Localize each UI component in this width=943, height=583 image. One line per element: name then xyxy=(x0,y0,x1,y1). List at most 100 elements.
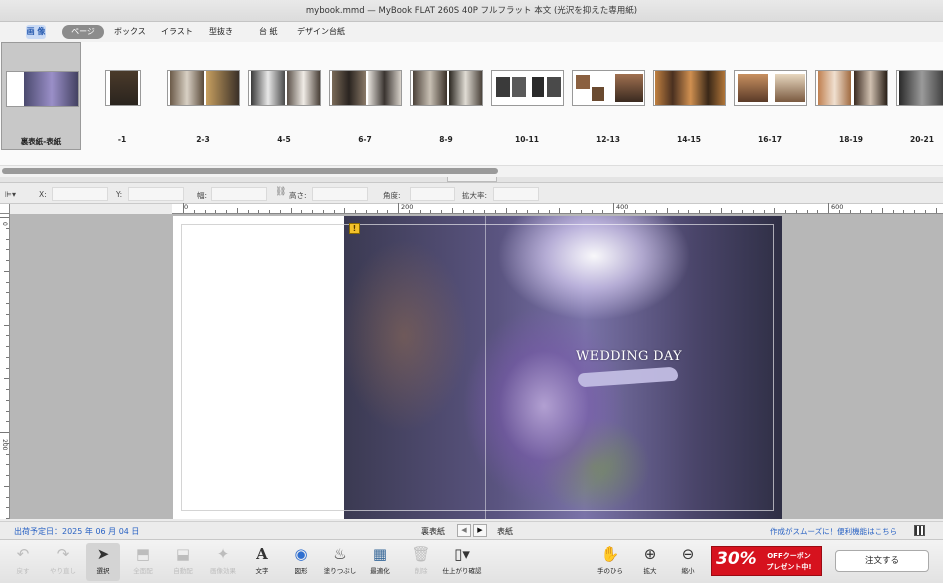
tool-label: 全面配 xyxy=(133,567,153,575)
tab-box[interactable]: ボックス xyxy=(114,25,146,39)
page-thumb[interactable]: 4-5 xyxy=(244,42,324,150)
hand-tool-button[interactable]: ✋ 手のひら xyxy=(593,543,627,581)
shape-tool-button[interactable]: ◉ 図形 xyxy=(284,543,318,581)
hand-icon: ✋ xyxy=(600,545,620,563)
coupon-banner[interactable]: 30% OFFクーポン プレゼント中! xyxy=(711,546,822,576)
zoom-out-button[interactable]: ⊖ 縮小 xyxy=(671,543,705,581)
y-field[interactable] xyxy=(128,187,184,201)
zoom-field[interactable] xyxy=(493,187,539,201)
tab-page[interactable]: ページ xyxy=(62,25,104,39)
ruler-tick xyxy=(549,210,550,213)
page-thumb[interactable]: 20-21 xyxy=(892,42,943,150)
image-effect-button[interactable]: ✦ 画像効果 xyxy=(206,543,240,581)
ruler-tick xyxy=(6,249,9,250)
link-icon[interactable]: ⛓ xyxy=(275,187,286,197)
ruler-tick xyxy=(6,400,9,401)
page-thumb[interactable]: -1 xyxy=(82,42,162,150)
ruler-tick xyxy=(430,210,431,213)
ruler-tick xyxy=(635,210,636,213)
page-thumb[interactable]: 10-11 xyxy=(487,42,567,150)
ruler-tick xyxy=(226,210,227,213)
page-label: 10-11 xyxy=(515,135,539,144)
help-link[interactable]: 作成がスムーズに！便利機能はこちら xyxy=(770,526,897,537)
tab-image[interactable]: 画 像 xyxy=(26,25,46,39)
text-tool-button[interactable]: A 文字 xyxy=(245,543,279,581)
width-field[interactable] xyxy=(211,187,267,201)
page-label: 6-7 xyxy=(358,135,372,144)
page-thumb[interactable]: 18-19 xyxy=(811,42,891,150)
y-label: Y: xyxy=(116,190,123,199)
promo-line-2: プレゼント中! xyxy=(766,563,812,571)
tab-illust[interactable]: イラスト xyxy=(161,25,193,39)
zoom-label: 拡大率: xyxy=(462,191,488,200)
ruler-tick xyxy=(699,210,700,213)
back-cover-page[interactable] xyxy=(173,216,344,519)
width-label: 幅: xyxy=(197,191,208,200)
thumbnail-image xyxy=(653,70,726,106)
fill-tool-button[interactable]: ♨ 塗りつぶし xyxy=(323,543,357,581)
ruler-tick xyxy=(667,208,668,213)
next-page-button[interactable]: ▶ xyxy=(473,524,487,537)
ruler-tick xyxy=(4,271,9,272)
ruler-tick xyxy=(248,210,249,213)
editing-canvas[interactable]: ! WEDDING DAY xyxy=(10,214,943,519)
page-thumb[interactable]: 12-13 xyxy=(568,42,648,150)
tool-label: 図形 xyxy=(294,567,308,575)
page-thumb[interactable]: 16-17 xyxy=(730,42,810,150)
ruler-tick xyxy=(205,210,206,213)
ruler-tick xyxy=(344,208,345,213)
ruler-tick xyxy=(710,210,711,213)
ruler-tick xyxy=(893,210,894,213)
tab-design-mount[interactable]: デザイン台紙 xyxy=(297,25,345,39)
redo-button[interactable]: ↷ やり直し xyxy=(46,543,80,581)
optimize-button[interactable]: ▦ 最適化 xyxy=(363,543,397,581)
prev-page-button[interactable]: ◀ xyxy=(457,524,471,537)
ruler-tick xyxy=(355,210,356,213)
strip-scrollbar[interactable] xyxy=(0,165,943,177)
page-thumb[interactable]: 6-7 xyxy=(325,42,405,150)
delete-button[interactable]: 🗑 削除 xyxy=(404,543,438,581)
align-icon[interactable]: ⊫▾ xyxy=(5,190,16,199)
page-thumb[interactable]: 14-15 xyxy=(649,42,729,150)
tool-label: 拡大 xyxy=(643,567,657,575)
angle-field[interactable] xyxy=(410,187,455,201)
properties-bar: ⊫▾ X: Y: 幅: ⛓ 高さ: 角度: 拡大率: xyxy=(0,184,943,204)
promo-percent: 30% xyxy=(716,549,757,569)
ruler-tick xyxy=(0,432,9,433)
full-layout-button[interactable]: ⬒ 全面配 xyxy=(126,543,160,581)
preview-finish-button[interactable]: ▯▾ 仕上がり確認 xyxy=(441,543,483,581)
tab-mount[interactable]: 台 紙 xyxy=(259,25,278,39)
cover-title-text[interactable]: WEDDING DAY xyxy=(576,349,682,364)
select-tool-button[interactable]: ➤ 選択 xyxy=(86,543,120,581)
page-thumb[interactable]: 2-3 xyxy=(163,42,243,150)
thumbnail-image xyxy=(491,70,564,106)
undo-button[interactable]: ↶ 戻す xyxy=(6,543,40,581)
front-cover-photo[interactable]: ! WEDDING DAY xyxy=(344,216,782,519)
ruler-tick xyxy=(6,507,9,508)
ruler-tick xyxy=(6,454,9,455)
splitter-grip[interactable] xyxy=(447,177,497,182)
tab-diecut[interactable]: 型抜き xyxy=(209,25,233,39)
panel-splitter[interactable] xyxy=(0,177,943,183)
auto-layout-button[interactable]: ⬓ 自動配 xyxy=(166,543,200,581)
fold-line xyxy=(485,216,486,519)
scrollbar-thumb[interactable] xyxy=(2,168,498,174)
height-field[interactable] xyxy=(312,187,368,201)
ruler-tick xyxy=(409,210,410,213)
page-thumb[interactable]: 8-9 xyxy=(406,42,486,150)
order-button[interactable]: 注文する xyxy=(835,550,929,572)
x-label: X: xyxy=(39,190,47,199)
x-field[interactable] xyxy=(52,187,108,201)
ruler-tick xyxy=(463,210,464,213)
ruler-tick xyxy=(774,208,775,213)
ruler-tick xyxy=(6,389,9,390)
zoom-in-button[interactable]: ⊕ 拡大 xyxy=(633,543,667,581)
resolution-warning-icon[interactable]: ! xyxy=(349,223,360,234)
ruler-tick xyxy=(796,210,797,213)
status-bar: 出荷予定日：2025 年 06 月 04 日 裏表紙 ◀ ▶ 表紙 作成がスムー… xyxy=(0,521,943,539)
ruler-tick xyxy=(817,210,818,213)
ruler-tick xyxy=(570,210,571,213)
qr-code-icon[interactable] xyxy=(914,525,925,536)
ruler-tick xyxy=(312,210,313,213)
page-thumb-cover[interactable]: 裏表紙-表紙 xyxy=(1,42,81,150)
